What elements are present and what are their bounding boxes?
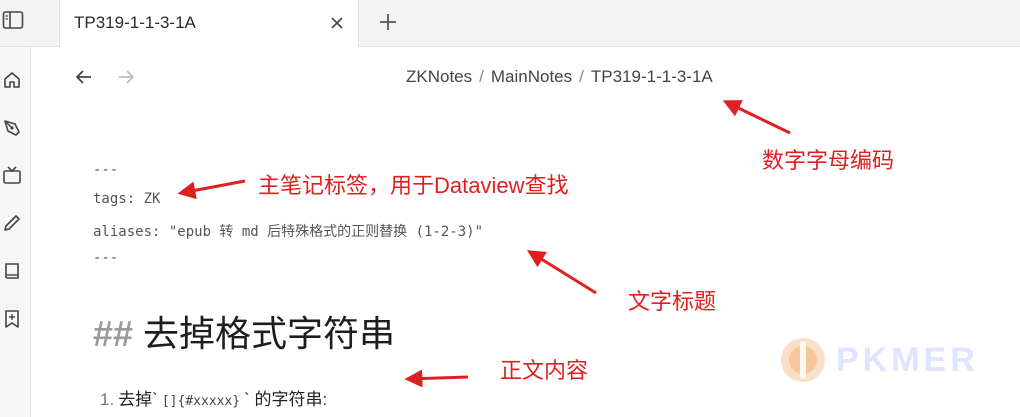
arrow-body <box>404 369 469 388</box>
pkmer-logo-icon <box>781 338 825 382</box>
annotation-code-label: 数字字母编码 <box>762 148 895 173</box>
annotation-tag-label: 主笔记标签，用于Dataview查找 <box>258 173 569 198</box>
annotation-body-label: 正文内容 <box>500 358 589 383</box>
arrow-code <box>722 100 791 135</box>
arrow-title <box>526 250 597 295</box>
watermark-text: PKMER <box>836 340 979 379</box>
arrow-tags <box>177 179 246 200</box>
pkmer-watermark: PKMER <box>778 335 979 385</box>
annotation-title-label: 文字标题 <box>628 289 717 314</box>
